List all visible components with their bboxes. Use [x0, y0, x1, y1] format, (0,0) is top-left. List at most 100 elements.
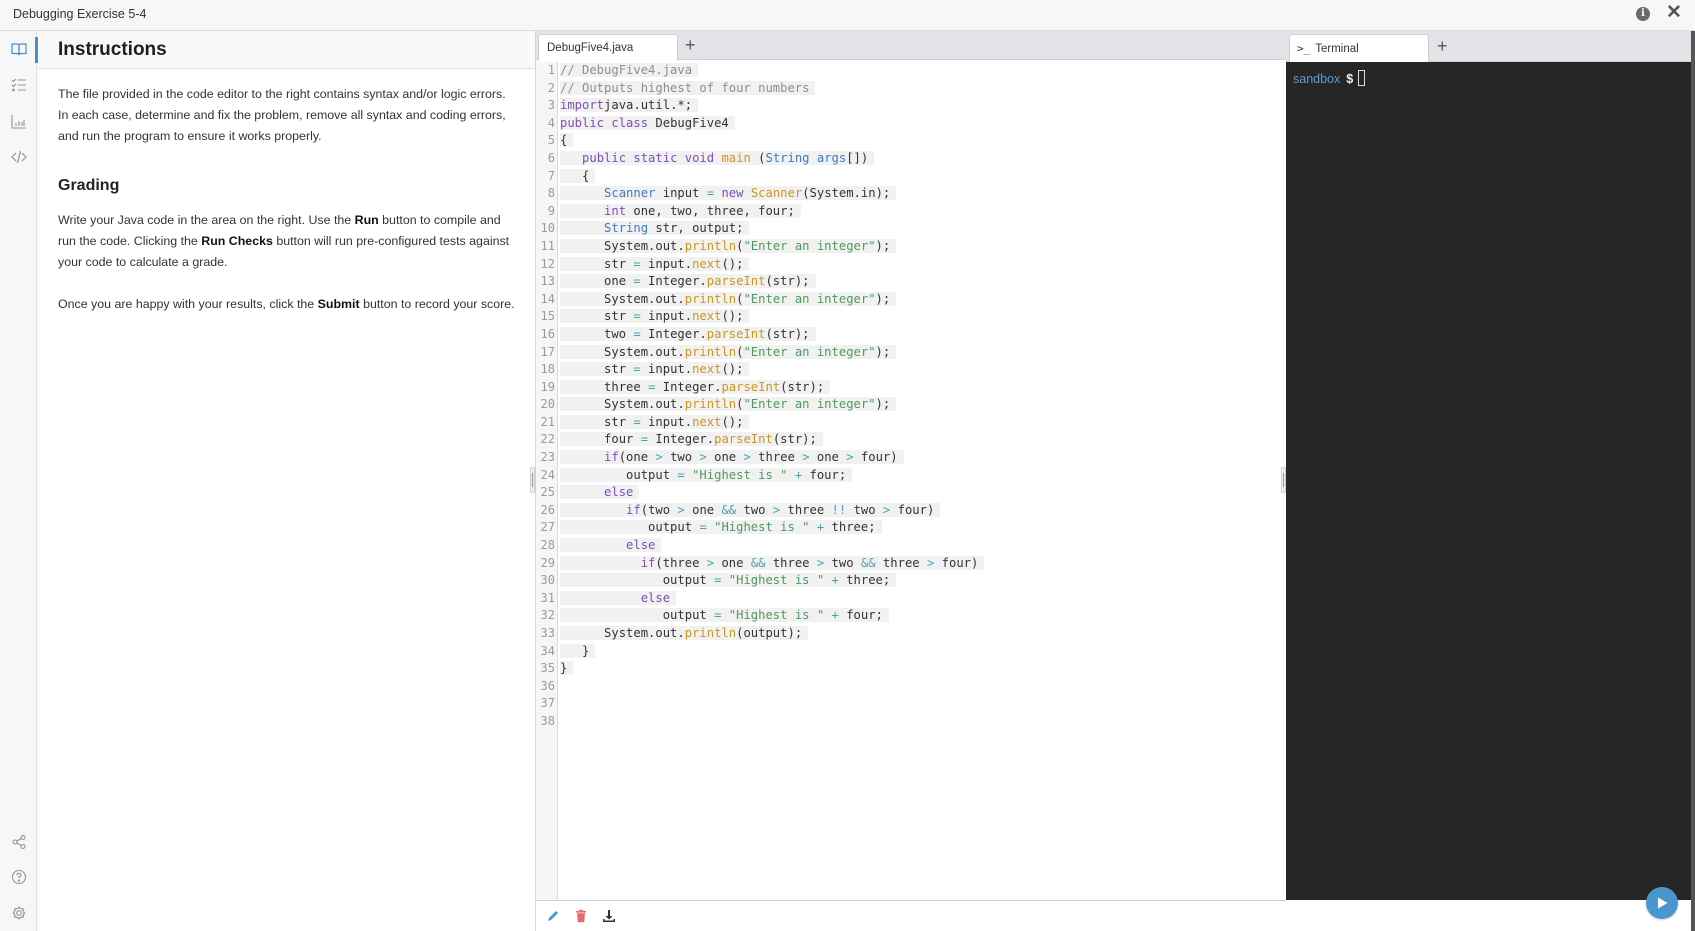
code-line[interactable]	[560, 695, 984, 713]
code-line[interactable]: str = input.next();	[560, 308, 984, 326]
code-line[interactable]	[560, 678, 984, 696]
code-line-text: // Outputs highest of four numbers	[560, 80, 816, 95]
code-token: "Enter an integer"	[743, 397, 876, 412]
download-icon[interactable]	[602, 909, 616, 923]
line-number: 13	[540, 274, 555, 289]
code-lines[interactable]: // DebugFive4.java // Outputs highest of …	[560, 62, 985, 731]
code-token: "Enter an integer"	[743, 344, 876, 359]
code-line[interactable]: importjava.util.*;	[560, 97, 984, 115]
code-line[interactable]: public static void main (String args[])	[560, 150, 984, 168]
add-file-tab-button[interactable]: +	[685, 34, 696, 56]
code-token: }	[560, 643, 590, 658]
tab-debugfive4-java[interactable]: DebugFive4.java	[538, 34, 678, 61]
code-icon	[11, 150, 27, 164]
code-line[interactable]: str = input.next();	[560, 414, 984, 432]
code-token: (three	[655, 555, 707, 570]
line-number: 26	[540, 502, 555, 517]
terminal-output[interactable]: sandbox $	[1286, 62, 1691, 900]
code-line[interactable]: int one, two, three, four;	[560, 203, 984, 221]
code-token: System.out.	[560, 291, 685, 306]
code-line[interactable]: System.out.println("Enter an integer");	[560, 396, 984, 414]
sidebar	[0, 31, 38, 931]
code-line[interactable]: System.out.println("Enter an integer");	[560, 238, 984, 256]
code-area[interactable]: 1 2 3 4 5 6 7 8 9 10 11 12 13 14 15 16 17 18 19 20 21 22 23 24 2…	[536, 62, 1287, 931]
instructions-title: Instructions	[58, 39, 167, 60]
code-line[interactable]	[560, 713, 984, 731]
code-line[interactable]: // Outputs highest of four numbers	[560, 80, 984, 98]
line-number: 29	[540, 555, 555, 570]
code-token: =	[640, 432, 649, 447]
sidebar-item-help[interactable]	[9, 867, 29, 887]
code-token: DebugFive4	[648, 115, 729, 130]
code-token: one	[809, 450, 847, 465]
pencil-icon[interactable]	[546, 909, 560, 923]
grading-heading: Grading	[58, 177, 120, 194]
code-line[interactable]: output = "Highest is " + three;	[560, 519, 984, 537]
sidebar-item-share[interactable]	[9, 832, 29, 852]
code-token: four;	[838, 608, 883, 623]
code-line[interactable]: output = "Highest is " + four;	[560, 467, 984, 485]
code-token: four)	[934, 555, 979, 570]
code-token: if	[640, 555, 656, 570]
code-line-text: two = Integer.parseInt(str);	[560, 326, 816, 341]
code-line[interactable]: output = "Highest is " + three;	[560, 572, 984, 590]
code-line[interactable]: System.out.println("Enter an integer");	[560, 344, 984, 362]
tab-terminal[interactable]: >_ Terminal	[1289, 34, 1429, 62]
code-token: next	[692, 362, 722, 377]
line-number: 27	[540, 520, 555, 535]
line-number: 21	[540, 414, 555, 429]
code-line[interactable]: output = "Highest is " + four;	[560, 607, 984, 625]
line-number: 28	[540, 538, 555, 553]
code-line[interactable]: else	[560, 484, 984, 502]
line-number: 14	[540, 291, 555, 306]
code-line[interactable]: public class DebugFive4	[560, 115, 984, 133]
trash-icon[interactable]	[574, 909, 588, 923]
code-line[interactable]: else	[560, 590, 984, 608]
code-token: >	[743, 450, 751, 465]
code-token: output	[560, 520, 700, 535]
code-line[interactable]: }	[560, 660, 984, 678]
code-line[interactable]: else	[560, 537, 984, 555]
code-line[interactable]: one = Integer.parseInt(str);	[560, 273, 984, 291]
code-line-text: }	[560, 661, 574, 676]
code-token: =	[677, 467, 685, 482]
code-line[interactable]: }	[560, 643, 984, 661]
sidebar-item-checklist[interactable]	[9, 75, 29, 95]
code-token: println	[684, 397, 737, 412]
code-line-text: importjava.util.*;	[560, 98, 699, 113]
sidebar-item-instructions[interactable]	[9, 39, 29, 59]
code-line[interactable]: String str, output;	[560, 220, 984, 238]
info-icon[interactable]: i	[1636, 7, 1650, 21]
code-token: input	[655, 186, 707, 201]
code-line[interactable]: Scanner input = new Scanner(System.in);	[560, 185, 984, 203]
code-line[interactable]: {	[560, 168, 984, 186]
run-emphasis: Run	[354, 213, 379, 227]
code-line[interactable]: three = Integer.parseInt(str);	[560, 379, 984, 397]
code-token: );	[875, 344, 891, 359]
code-token: {	[560, 168, 590, 183]
book-icon	[11, 43, 27, 56]
run-checks-emphasis: Run Checks	[201, 234, 273, 248]
code-line[interactable]: System.out.println("Enter an integer");	[560, 291, 984, 309]
close-icon[interactable]: ✕	[1666, 3, 1682, 23]
code-line[interactable]: four = Integer.parseInt(str);	[560, 431, 984, 449]
add-terminal-tab-button[interactable]: +	[1437, 35, 1448, 57]
code-line[interactable]: if(three > one && three > two && three >…	[560, 555, 985, 573]
code-token: String	[604, 221, 649, 236]
code-line[interactable]: // DebugFive4.java	[560, 62, 984, 80]
code-token: "Highest is "	[714, 520, 810, 535]
sidebar-item-grades[interactable]	[9, 111, 29, 131]
code-line[interactable]: if(two > one && two > three !! two > fou…	[560, 502, 984, 520]
sidebar-item-settings[interactable]	[9, 903, 29, 923]
code-line[interactable]: two = Integer.parseInt(str);	[560, 326, 984, 344]
code-line[interactable]: str = input.next();	[560, 256, 984, 274]
code-line[interactable]: if(one > two > one > three > one > four)	[560, 449, 984, 467]
code-line[interactable]: System.out.println(output);	[560, 625, 984, 643]
code-line[interactable]: str = input.next();	[560, 361, 984, 379]
sidebar-item-code[interactable]	[9, 147, 29, 167]
code-line[interactable]: {	[560, 132, 984, 150]
line-number: 23	[540, 450, 555, 465]
run-button[interactable]	[1646, 887, 1678, 919]
